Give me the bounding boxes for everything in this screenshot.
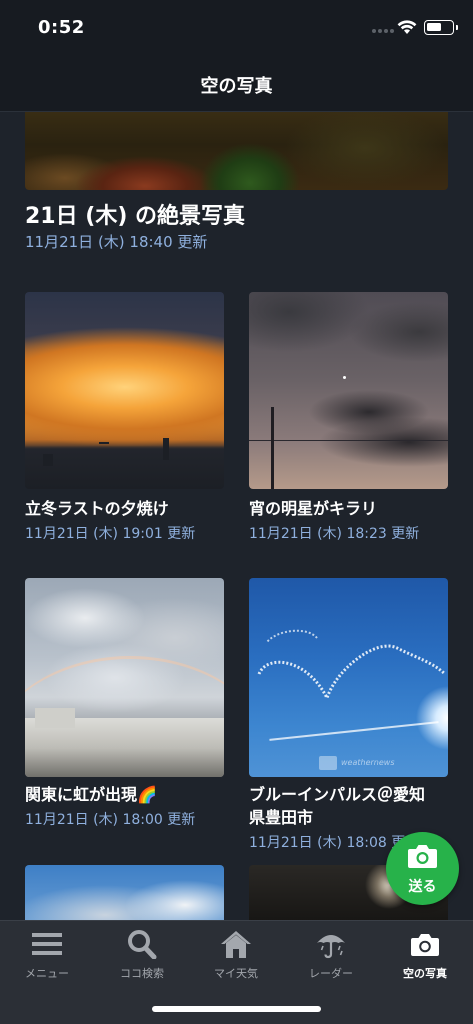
card-title[interactable]: 立冬ラストの夕焼け xyxy=(25,497,169,520)
nav-bar: 空の写真 xyxy=(0,60,473,112)
tab-label: メニュー xyxy=(25,967,69,980)
tab-label: ココ検索 xyxy=(120,967,164,980)
featured-title[interactable]: 21日 (木) の絶景写真 xyxy=(25,198,245,230)
search-icon xyxy=(128,930,157,959)
send-label: 送る xyxy=(408,879,437,895)
tab-label: 空の写真 xyxy=(403,967,447,980)
featured-date: 11月21日 (木) 18:40 更新 xyxy=(25,233,208,251)
umbrella-icon xyxy=(317,935,345,959)
card-title[interactable]: 関東に虹が出現🌈 xyxy=(25,783,157,806)
card-photo-clouds[interactable] xyxy=(25,865,224,920)
featured-photo[interactable] xyxy=(25,112,448,190)
card-title[interactable]: ブルーインパルス＠愛知 県豊田市 xyxy=(249,783,425,829)
home-indicator[interactable] xyxy=(152,1006,321,1012)
menu-icon xyxy=(32,933,62,955)
photo-feed[interactable]: 21日 (木) の絶景写真 11月21日 (木) 18:40 更新 立冬ラストの… xyxy=(0,112,473,920)
watermark-text: weathernews xyxy=(341,758,395,767)
status-bar: 0:52 xyxy=(0,0,473,60)
camera-icon xyxy=(411,934,439,956)
card-photo-blue-impulse[interactable]: weathernews xyxy=(249,578,448,777)
card-date: 11月21日 (木) 19:01 更新 xyxy=(25,526,196,542)
tab-search[interactable]: ココ検索 xyxy=(95,921,189,991)
battery-icon xyxy=(424,20,458,35)
tab-sky-photos[interactable]: 空の写真 xyxy=(378,921,472,991)
card-title[interactable]: 宵の明星がキラリ xyxy=(249,497,377,520)
card-date: 11月21日 (木) 18:00 更新 xyxy=(25,812,196,828)
home-icon xyxy=(221,931,251,958)
card-title-line2: 県豊田市 xyxy=(249,808,314,827)
card-photo-venus[interactable] xyxy=(249,292,448,489)
tab-label: レーダー xyxy=(309,967,353,980)
camera-icon xyxy=(408,845,437,868)
signal-icon xyxy=(372,29,394,35)
tab-menu[interactable]: メニュー xyxy=(0,921,94,991)
status-time: 0:52 xyxy=(38,17,85,38)
send-photo-button[interactable]: 送る xyxy=(386,832,459,905)
wifi-icon xyxy=(397,20,417,34)
card-date: 11月21日 (木) 18:23 更新 xyxy=(249,526,420,542)
tab-radar[interactable]: レーダー xyxy=(284,921,378,991)
tab-label: マイ天気 xyxy=(214,967,258,980)
card-photo-sunset[interactable] xyxy=(25,292,224,489)
heart-trail xyxy=(257,629,447,698)
weathernews-logo xyxy=(319,756,337,770)
tab-my-weather[interactable]: マイ天気 xyxy=(189,921,283,991)
card-photo-rainbow[interactable] xyxy=(25,578,224,777)
page-title: 空の写真 xyxy=(200,76,273,97)
card-title-line1: ブルーインパルス＠愛知 xyxy=(249,785,426,804)
